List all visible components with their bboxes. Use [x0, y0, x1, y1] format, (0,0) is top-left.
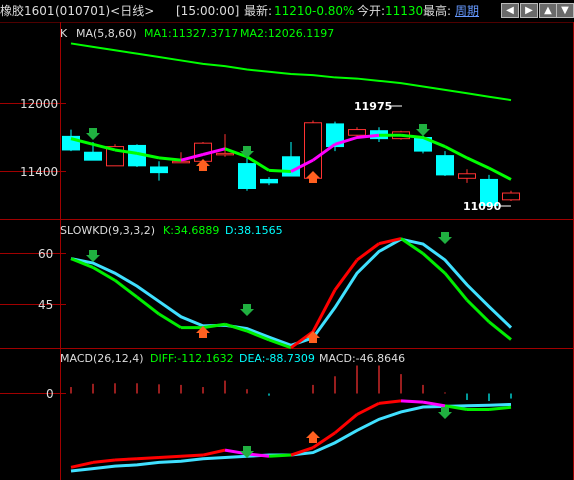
- ma1-label: MA1:11327.3717: [144, 27, 238, 40]
- chart-area: K MA(5,8,60) MA1:11327.3717 MA2:12026.11…: [0, 22, 574, 480]
- macd-diff-segment: [180, 453, 204, 458]
- macd-diff-segment: [202, 448, 226, 457]
- low-price-marker: 11090: [463, 200, 502, 213]
- scroll-right-icon: ▶: [525, 5, 533, 16]
- macd-diff-label: DIFF:-112.1632: [150, 352, 234, 365]
- candle-body: [238, 163, 256, 189]
- sell-signal-arrow: [438, 407, 452, 419]
- macd-diff-segment: [400, 399, 424, 404]
- latest-label: 最新:: [244, 4, 273, 18]
- macd-title: MACD(26,12,4): [60, 352, 144, 365]
- sell-signal-arrow: [86, 250, 100, 262]
- sell-signal-arrow: [416, 124, 430, 136]
- ma2-label: MA2:12026.1197: [240, 27, 334, 40]
- zoom-out-icon: ▼: [561, 5, 569, 16]
- macd-diff-segment: [114, 457, 138, 462]
- macd-diff-segment: [92, 458, 116, 464]
- scroll-right-button[interactable]: ▶: [520, 3, 538, 18]
- kd-k-segment: [333, 259, 359, 291]
- macd-diff-segment: [422, 400, 446, 408]
- kline-axis-label-1: 12000: [20, 97, 58, 111]
- kd-k-segment: [443, 272, 469, 302]
- macd-diff-segment: [158, 454, 182, 459]
- ma5-segment: [158, 156, 182, 162]
- zoom-in-icon: ▲: [544, 5, 552, 16]
- candle-body: [502, 192, 520, 201]
- latest-value: 11210: [274, 4, 313, 18]
- kd-axis-label-1: 60: [38, 247, 53, 261]
- open-label: 今开:: [357, 4, 386, 18]
- kline-plot: [62, 42, 520, 207]
- symbol-name: 橡胶1601: [0, 4, 55, 18]
- candle-body: [172, 160, 190, 164]
- macd-diff-segment: [356, 402, 380, 416]
- kd-k-segment: [356, 242, 380, 262]
- open-value: 11130: [385, 4, 424, 18]
- ma5-segment: [268, 168, 292, 173]
- high-label: 最高:: [423, 4, 452, 18]
- kd-axis-label-2: 45: [38, 298, 53, 312]
- kd-k-label: K:34.6889: [163, 224, 219, 237]
- scroll-left-button[interactable]: ◀: [501, 3, 519, 18]
- kd-d-line: [70, 237, 513, 347]
- kd-title: SLOWKD(9,3,3,2): [60, 224, 155, 237]
- candle-body: [436, 155, 454, 176]
- ma60-line: [70, 42, 512, 102]
- sell-signal-arrow: [240, 304, 254, 316]
- candle-body: [348, 129, 366, 136]
- scroll-left-icon: ◀: [506, 5, 514, 16]
- buy-signal-arrow: [306, 431, 320, 443]
- macd-value-label: MACD:-46.8646: [319, 352, 405, 365]
- kd-plot: [70, 232, 513, 350]
- macd-diff-segment: [488, 405, 512, 411]
- zoom-out-button[interactable]: ▼: [556, 3, 574, 18]
- kline-axis-label-2: 11400: [20, 165, 58, 179]
- quote-time: [15:00:00]: [176, 4, 240, 18]
- kline-title: MA(5,8,60): [76, 27, 137, 40]
- ma5-segment: [488, 166, 512, 181]
- macd-dea-label: DEA:-88.7309: [239, 352, 315, 365]
- candle-body: [84, 151, 102, 161]
- candle-body: [216, 152, 234, 156]
- macd-diff-segment: [136, 456, 160, 461]
- macd-diff-segment: [334, 413, 358, 435]
- period-link[interactable]: 周期: [455, 3, 479, 19]
- candle-body: [62, 135, 80, 151]
- ma5-segment: [466, 156, 490, 170]
- candle-body: [282, 156, 300, 177]
- sell-signal-arrow: [86, 128, 100, 140]
- sell-signal-arrow: [438, 232, 452, 244]
- candle-body: [304, 122, 322, 179]
- candle-body: [260, 178, 278, 184]
- symbol-code-period: (010701)<日线>: [55, 4, 155, 18]
- macd-diff-segment: [378, 399, 402, 405]
- macd-diff-segment: [268, 453, 292, 458]
- macd-plot: [70, 365, 512, 473]
- macd-axis-label-zero: 0: [46, 387, 54, 401]
- macd-diff-segment: [70, 460, 94, 469]
- kd-d-label: D:38.1565: [225, 224, 283, 237]
- change-percent: -0.80%: [312, 4, 355, 18]
- zoom-in-button[interactable]: ▲: [539, 3, 557, 18]
- candle-body: [458, 173, 476, 179]
- high-price-marker: 11975: [354, 100, 392, 113]
- quote-header-bar: 橡胶1601 (010701)<日线> [15:00:00] 最新: 11210…: [0, 0, 574, 22]
- kline-prefix: K: [60, 27, 68, 40]
- candle-body: [150, 166, 168, 174]
